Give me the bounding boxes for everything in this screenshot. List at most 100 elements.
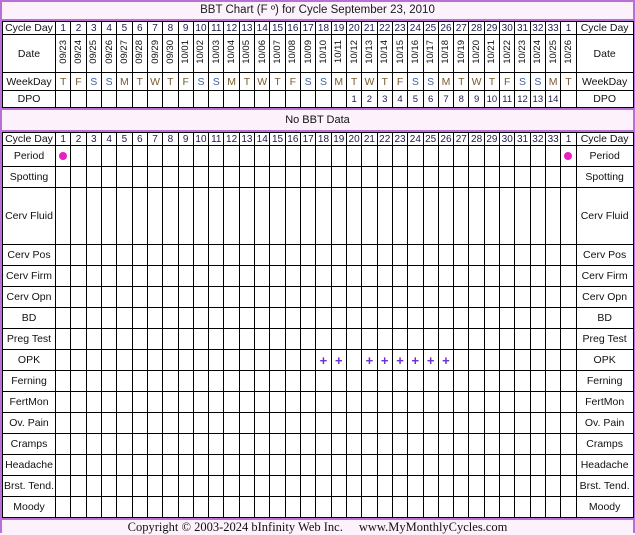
cell-cerv-opn-day32[interactable]: [529, 286, 547, 308]
cycle-day-cell[interactable]: 30: [499, 21, 516, 35]
cell-brst-tend-day3[interactable]: [85, 475, 102, 497]
cell-opk-day23[interactable]: +: [391, 349, 409, 371]
cell-cerv-fluid-day11[interactable]: [208, 187, 225, 245]
cell-opk-day6[interactable]: [131, 349, 148, 371]
cell-preg-test-day1[interactable]: [54, 328, 72, 350]
cell-ferning-day26[interactable]: [437, 370, 455, 392]
cell-preg-test-day7[interactable]: [146, 328, 164, 350]
cell-cerv-pos-day25[interactable]: [422, 244, 439, 266]
cycle-day-cell[interactable]: 3: [85, 21, 102, 35]
cell-ov-pain-day33[interactable]: [544, 412, 562, 434]
dpo-cell[interactable]: 6: [422, 90, 439, 108]
cell-bd-day23[interactable]: [391, 307, 409, 329]
cell-opk-day2[interactable]: [70, 349, 87, 371]
cell-cerv-firm-day23[interactable]: [391, 265, 409, 287]
cell-fertmon-day12[interactable]: [223, 391, 240, 413]
cell-moody-day11[interactable]: [208, 496, 225, 518]
cell-cramps-day11[interactable]: [208, 433, 225, 455]
cell-opk-day11[interactable]: [208, 349, 225, 371]
cycle-day-cell[interactable]: 32: [529, 21, 547, 35]
cell-headache-day4[interactable]: [100, 454, 118, 476]
cell-cramps-day15[interactable]: [269, 433, 286, 455]
cell-bd-day33[interactable]: [544, 307, 562, 329]
cell-opk-day12[interactable]: [223, 349, 240, 371]
cell-spotting-day3[interactable]: [85, 166, 102, 188]
cell-opk-day1[interactable]: [54, 349, 72, 371]
cell-cerv-firm-day5[interactable]: [116, 265, 133, 287]
cell-brst-tend-day31[interactable]: [514, 475, 531, 497]
cell-ferning-day24[interactable]: [407, 370, 424, 392]
cycle-day-cell[interactable]: 19: [330, 21, 347, 35]
cell-brst-tend-day26[interactable]: [437, 475, 455, 497]
cycle-day-cell[interactable]: 20: [345, 132, 363, 146]
cell-opk-day24[interactable]: +: [407, 349, 424, 371]
cell-cerv-pos-day18[interactable]: [315, 244, 332, 266]
cell-cerv-pos-day11[interactable]: [208, 244, 225, 266]
dpo-cell[interactable]: [299, 90, 317, 108]
cell-period-day6[interactable]: [131, 145, 148, 167]
cell-spotting-day29[interactable]: [483, 166, 501, 188]
cell-cramps-day20[interactable]: [345, 433, 363, 455]
dpo-cell[interactable]: [70, 90, 87, 108]
cell-headache-day8[interactable]: [162, 454, 179, 476]
cell-brst-tend-day27[interactable]: [453, 475, 470, 497]
cell-moody-day33[interactable]: [544, 496, 562, 518]
cell-preg-test-day10[interactable]: [192, 328, 210, 350]
cell-bd-day1[interactable]: [54, 307, 72, 329]
cell-ov-pain-day11[interactable]: [208, 412, 225, 434]
cell-period-day15[interactable]: [269, 145, 286, 167]
cell-spotting-day30[interactable]: [499, 166, 516, 188]
cell-cramps-day3[interactable]: [85, 433, 102, 455]
cell-period-day32[interactable]: [529, 145, 547, 167]
cell-fertmon-day23[interactable]: [391, 391, 409, 413]
cell-cerv-opn-day7[interactable]: [146, 286, 164, 308]
cell-cerv-pos-day4[interactable]: [100, 244, 118, 266]
cell-bd-day11[interactable]: [208, 307, 225, 329]
cell-ferning-day15[interactable]: [269, 370, 286, 392]
cycle-day-cell[interactable]: 14: [254, 21, 271, 35]
cell-opk-day18[interactable]: +: [315, 349, 332, 371]
cell-cerv-firm-day34[interactable]: [560, 265, 577, 287]
cell-cramps-day12[interactable]: [223, 433, 240, 455]
cell-preg-test-day31[interactable]: [514, 328, 531, 350]
cycle-day-cell[interactable]: 26: [437, 132, 455, 146]
cell-fertmon-day21[interactable]: [361, 391, 378, 413]
cell-ov-pain-day15[interactable]: [269, 412, 286, 434]
cell-cerv-opn-day3[interactable]: [85, 286, 102, 308]
cell-bd-day12[interactable]: [223, 307, 240, 329]
cell-bd-day16[interactable]: [284, 307, 302, 329]
cell-cerv-fluid-day1[interactable]: [54, 187, 72, 245]
cell-opk-day33[interactable]: [544, 349, 562, 371]
cell-cerv-firm-day17[interactable]: [299, 265, 317, 287]
cell-cerv-opn-day30[interactable]: [499, 286, 516, 308]
cell-spotting-day19[interactable]: [330, 166, 347, 188]
cell-cerv-firm-day32[interactable]: [529, 265, 547, 287]
cell-cerv-fluid-day32[interactable]: [529, 187, 547, 245]
cell-opk-day26[interactable]: +: [437, 349, 455, 371]
date-cell[interactable]: 10/26: [560, 34, 577, 73]
cell-fertmon-day32[interactable]: [529, 391, 547, 413]
cell-opk-day3[interactable]: [85, 349, 102, 371]
dpo-cell[interactable]: [146, 90, 164, 108]
cell-spotting-day34[interactable]: [560, 166, 577, 188]
cell-ferning-day17[interactable]: [299, 370, 317, 392]
cycle-day-cell[interactable]: 16: [284, 21, 302, 35]
cell-fertmon-day30[interactable]: [499, 391, 516, 413]
cell-cramps-day34[interactable]: [560, 433, 577, 455]
cell-fertmon-day33[interactable]: [544, 391, 562, 413]
cell-brst-tend-day11[interactable]: [208, 475, 225, 497]
cell-cerv-opn-day15[interactable]: [269, 286, 286, 308]
cycle-day-cell[interactable]: 23: [391, 21, 409, 35]
cell-ferning-day28[interactable]: [468, 370, 485, 392]
cell-cerv-fluid-day30[interactable]: [499, 187, 516, 245]
date-cell[interactable]: 09/23: [54, 34, 72, 73]
cell-preg-test-day16[interactable]: [284, 328, 302, 350]
date-cell[interactable]: 10/18: [437, 34, 455, 73]
cell-ferning-day16[interactable]: [284, 370, 302, 392]
dpo-cell[interactable]: [238, 90, 256, 108]
cell-ov-pain-day9[interactable]: [177, 412, 194, 434]
cell-cramps-day5[interactable]: [116, 433, 133, 455]
cell-brst-tend-day13[interactable]: [238, 475, 256, 497]
cell-fertmon-day19[interactable]: [330, 391, 347, 413]
cell-spotting-day28[interactable]: [468, 166, 485, 188]
